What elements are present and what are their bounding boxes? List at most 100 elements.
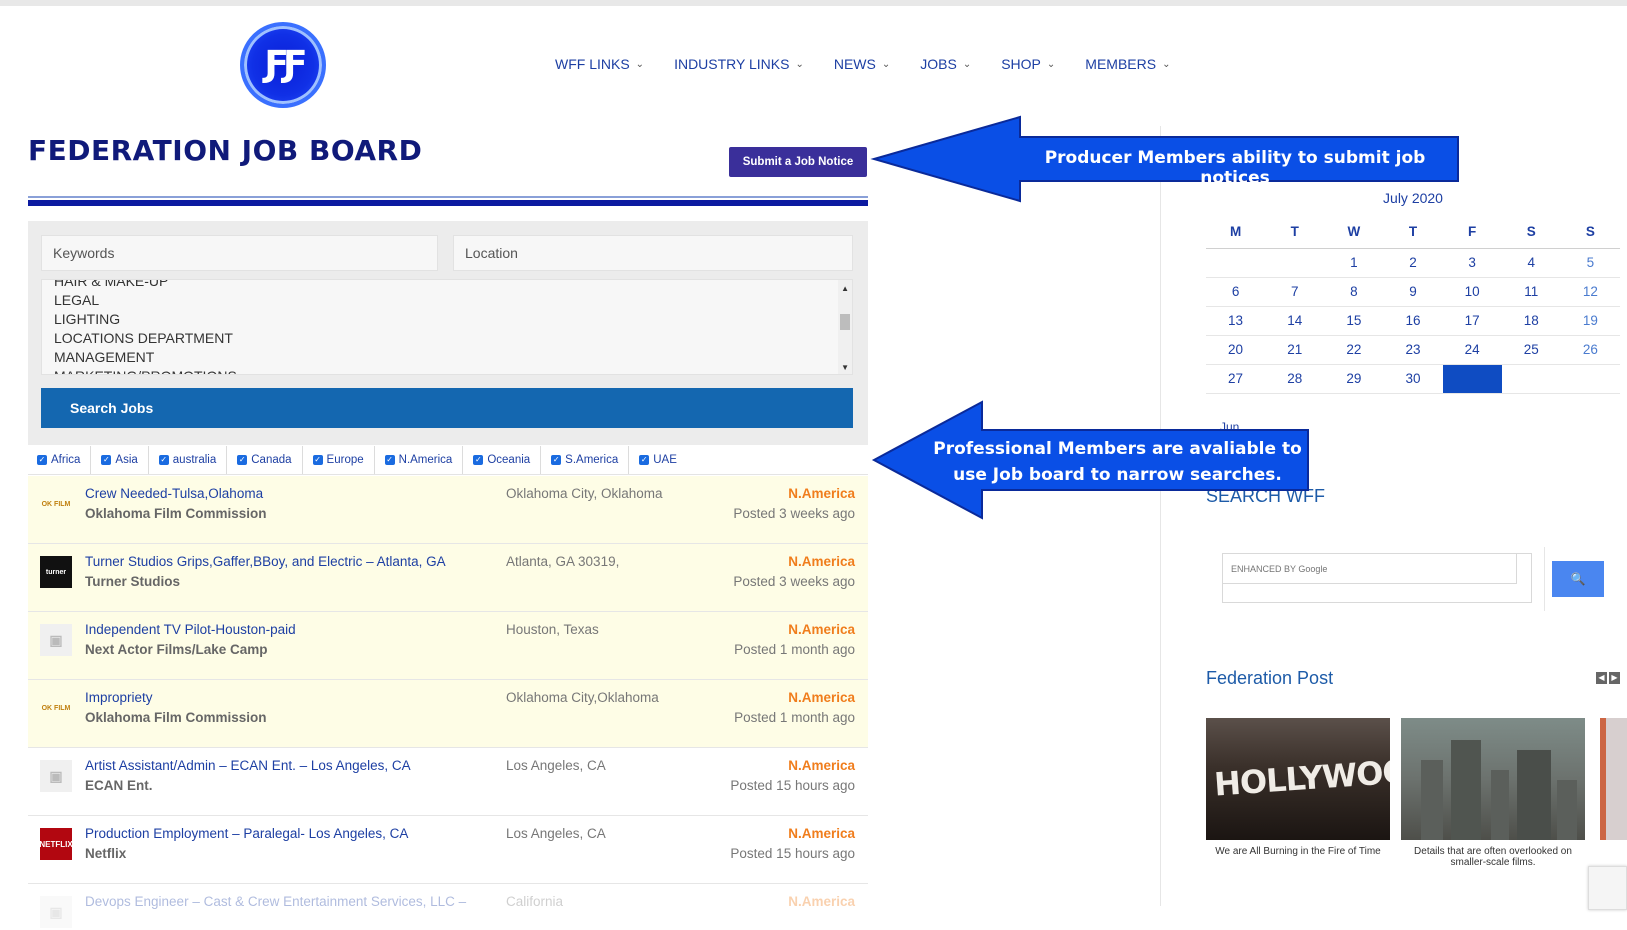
- calendar-day[interactable]: 29: [1324, 364, 1384, 394]
- calendar-day[interactable]: 3: [1442, 248, 1502, 278]
- calendar-day[interactable]: 17: [1442, 306, 1502, 336]
- calendar-day[interactable]: 16: [1383, 306, 1443, 336]
- checkbox-checked-icon[interactable]: ✓: [384, 454, 395, 465]
- calendar-day[interactable]: 4: [1501, 248, 1561, 278]
- job-listing[interactable]: NETFLIX Production Employment – Paralega…: [28, 816, 868, 884]
- category-option[interactable]: HAIR & MAKE-UP: [42, 280, 237, 291]
- calendar-day[interactable]: 19: [1560, 306, 1620, 336]
- post-caption[interactable]: Details that are often overlooked on sma…: [1401, 846, 1585, 868]
- job-listing[interactable]: OK FILM Impropriety Oklahoma Film Commis…: [28, 680, 868, 748]
- checkbox-checked-icon[interactable]: ✓: [473, 454, 484, 465]
- calendar-day[interactable]: 20: [1206, 335, 1266, 365]
- job-listing[interactable]: ▣ Artist Assistant/Admin – ECAN Ent. – L…: [28, 748, 868, 816]
- region-label: UAE: [653, 453, 677, 466]
- calendar-day[interactable]: 7: [1265, 277, 1325, 307]
- job-title-link[interactable]: Artist Assistant/Admin – ECAN Ent. – Los…: [85, 758, 411, 773]
- search-jobs-button[interactable]: Search Jobs: [41, 388, 853, 428]
- calendar-day[interactable]: 15: [1324, 306, 1384, 336]
- job-title-link[interactable]: Independent TV Pilot-Houston-paid: [85, 622, 296, 637]
- job-listing[interactable]: ▣ Devops Engineer – Cast & Crew Entertai…: [28, 884, 868, 930]
- calendar-day[interactable]: 5: [1560, 248, 1620, 278]
- calendar-day[interactable]: 1: [1324, 248, 1384, 278]
- nav-members[interactable]: MEMBERS ⌄: [1085, 56, 1170, 72]
- post-card[interactable]: Details that are often overlooked on sma…: [1401, 718, 1585, 868]
- submit-job-notice-button[interactable]: Submit a Job Notice: [729, 147, 867, 177]
- category-scrollbar[interactable]: ▲ ▼: [838, 280, 852, 374]
- category-option[interactable]: MANAGEMENT: [42, 348, 237, 367]
- google-search-input[interactable]: [1223, 554, 1517, 584]
- calendar-day[interactable]: 18: [1501, 306, 1561, 336]
- calendar-day[interactable]: 10: [1442, 277, 1502, 307]
- region-oceania[interactable]: ✓ Oceania: [473, 445, 542, 474]
- scroll-thumb[interactable]: [840, 314, 850, 330]
- job-listing[interactable]: ▣ Independent TV Pilot-Houston-paid Next…: [28, 612, 868, 680]
- carousel-next-icon[interactable]: ▶: [1609, 672, 1620, 684]
- calendar-day[interactable]: 24: [1442, 335, 1502, 365]
- calendar-day[interactable]: 11: [1501, 277, 1561, 307]
- region-europe[interactable]: ✓ Europe: [312, 445, 375, 474]
- location-input[interactable]: [453, 235, 853, 271]
- post-caption[interactable]: We are All Burning in the Fire of Time: [1206, 846, 1390, 857]
- region-australia[interactable]: ✓ australia: [158, 445, 228, 474]
- scroll-down-icon[interactable]: ▼: [841, 363, 849, 372]
- region-canada[interactable]: ✓ Canada: [237, 445, 303, 474]
- region-uae[interactable]: ✓ UAE: [639, 446, 687, 474]
- calendar-day[interactable]: 21: [1265, 335, 1325, 365]
- hollywood-image[interactable]: HOLLYWOOD: [1206, 718, 1390, 840]
- carousel-prev-icon[interactable]: ◀: [1596, 672, 1607, 684]
- region-asia[interactable]: ✓ Asia: [101, 445, 149, 474]
- city-skyline-image[interactable]: [1401, 718, 1585, 840]
- calendar-day[interactable]: 30: [1383, 364, 1443, 394]
- calendar-day[interactable]: 27: [1206, 364, 1266, 394]
- post-card-peek[interactable]: [1600, 718, 1627, 840]
- checkbox-checked-icon[interactable]: ✓: [101, 454, 112, 465]
- job-title-link[interactable]: Production Employment – Paralegal- Los A…: [85, 826, 408, 841]
- checkbox-checked-icon[interactable]: ✓: [312, 454, 323, 465]
- checkbox-checked-icon[interactable]: ✓: [37, 454, 47, 465]
- calendar-day[interactable]: 12: [1560, 277, 1620, 307]
- checkbox-checked-icon[interactable]: ✓: [158, 454, 169, 465]
- category-option[interactable]: LEGAL: [42, 291, 237, 310]
- job-title-link[interactable]: Turner Studios Grips,Gaffer,BBoy, and El…: [85, 554, 446, 569]
- calendar-day[interactable]: 14: [1265, 306, 1325, 336]
- calendar-day-highlight[interactable]: [1442, 364, 1502, 394]
- job-listing[interactable]: turner Turner Studios Grips,Gaffer,BBoy,…: [28, 544, 868, 612]
- checkbox-checked-icon[interactable]: ✓: [551, 454, 562, 465]
- calendar-day[interactable]: 6: [1206, 277, 1266, 307]
- category-option[interactable]: LOCATIONS DEPARTMENT: [42, 329, 237, 348]
- region-africa[interactable]: ✓ Africa: [37, 445, 92, 474]
- scroll-up-icon[interactable]: ▲: [841, 284, 849, 293]
- job-title-link[interactable]: Devops Engineer – Cast & Crew Entertainm…: [85, 894, 466, 909]
- calendar-day[interactable]: 22: [1324, 335, 1384, 365]
- region-n-america[interactable]: ✓ N.America: [384, 445, 464, 474]
- post-card[interactable]: HOLLYWOOD We are All Burning in the Fire…: [1206, 718, 1390, 857]
- site-logo[interactable]: ƑƑ: [240, 22, 326, 108]
- job-posted: Posted 3 weeks ago: [733, 506, 855, 521]
- category-option[interactable]: MARKETING/PROMOTIONS: [42, 367, 237, 374]
- calendar-day[interactable]: 26: [1560, 335, 1620, 365]
- nav-industry-links[interactable]: INDUSTRY LINKS ⌄: [674, 56, 804, 72]
- professional-annotation-line: Professional Members are avaliable to: [933, 439, 1302, 459]
- keywords-input[interactable]: [41, 235, 438, 271]
- calendar-day[interactable]: 25: [1501, 335, 1561, 365]
- job-title-link[interactable]: Crew Needed-Tulsa,Olahoma: [85, 486, 263, 501]
- job-listing[interactable]: OK FILM Crew Needed-Tulsa,Olahoma Oklaho…: [28, 476, 868, 544]
- nav-shop[interactable]: SHOP ⌄: [1001, 56, 1055, 72]
- region-s-america[interactable]: ✓ S.America: [551, 445, 630, 474]
- category-listbox[interactable]: HAIR & MAKE-UP LEGAL LIGHTING LOCATIONS …: [41, 279, 853, 375]
- calendar-day[interactable]: 23: [1383, 335, 1443, 365]
- calendar-day[interactable]: 9: [1383, 277, 1443, 307]
- calendar-day[interactable]: 13: [1206, 306, 1266, 336]
- google-search-button[interactable]: 🔍: [1552, 561, 1604, 597]
- nav-news[interactable]: NEWS ⌄: [834, 56, 890, 72]
- category-option[interactable]: LIGHTING: [42, 310, 237, 329]
- checkbox-checked-icon[interactable]: ✓: [639, 454, 650, 465]
- recaptcha-badge[interactable]: [1588, 866, 1627, 910]
- checkbox-checked-icon[interactable]: ✓: [237, 454, 248, 465]
- nav-jobs[interactable]: JOBS ⌄: [920, 56, 971, 72]
- job-title-link[interactable]: Impropriety: [85, 690, 153, 705]
- nav-wff-links[interactable]: WFF LINKS ⌄: [555, 56, 644, 72]
- calendar-day[interactable]: 8: [1324, 277, 1384, 307]
- calendar-day[interactable]: 2: [1383, 248, 1443, 278]
- calendar-day[interactable]: 28: [1265, 364, 1325, 394]
